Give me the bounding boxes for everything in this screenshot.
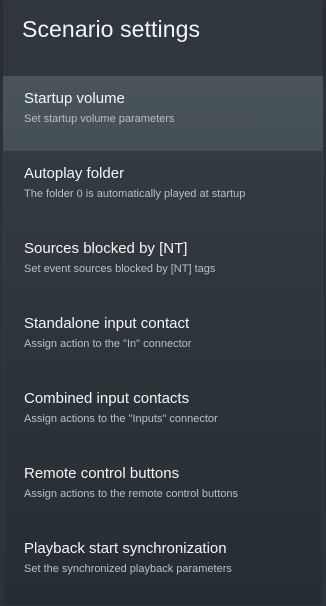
settings-item-autoplay-folder[interactable]: Autoplay folder The folder 0 is automati… <box>3 151 323 226</box>
item-description: The folder 0 is automatically played at … <box>24 188 246 200</box>
item-description: Assign actions to the remote control but… <box>24 488 239 500</box>
settings-item-startup-volume[interactable]: Startup volume Set startup volume parame… <box>3 76 323 151</box>
settings-item-standalone-input-contact[interactable]: Standalone input contact Assign action t… <box>3 301 323 376</box>
settings-list: Startup volume Set startup volume parame… <box>3 76 323 601</box>
settings-item-playback-start-sync[interactable]: Playback start synchronization Set the s… <box>3 526 323 601</box>
settings-item-remote-control-buttons[interactable]: Remote control buttons Assign actions to… <box>3 451 323 526</box>
settings-panel: Scenario settings Startup volume Set sta… <box>3 0 323 606</box>
item-label: Startup volume <box>24 90 125 107</box>
item-label: Standalone input contact <box>24 315 190 332</box>
header-bar: Scenario settings <box>3 0 323 76</box>
item-label: Autoplay folder <box>24 165 125 182</box>
page-title: Scenario settings <box>22 16 201 42</box>
item-description: Set startup volume parameters <box>24 113 175 125</box>
item-description: Assign actions to the "Inputs" connector <box>24 413 218 425</box>
item-label: Playback start synchronization <box>24 540 227 557</box>
item-label: Remote control buttons <box>24 465 180 482</box>
settings-item-sources-blocked[interactable]: Sources blocked by [NT] Set event source… <box>3 226 323 301</box>
item-description: Assign action to the "In" connector <box>24 338 192 350</box>
item-label: Combined input contacts <box>24 390 190 407</box>
settings-item-combined-input-contacts[interactable]: Combined input contacts Assign actions t… <box>3 376 323 451</box>
item-description: Set event sources blocked by [NT] tags <box>24 263 216 275</box>
item-label: Sources blocked by [NT] <box>24 240 188 257</box>
item-description: Set the synchronized playback parameters <box>24 563 232 575</box>
